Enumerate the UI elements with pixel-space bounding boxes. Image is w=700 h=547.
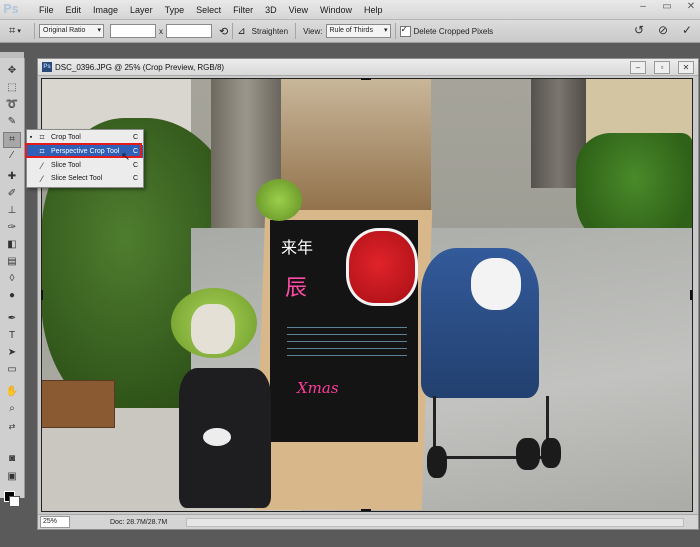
flyout-item-slice-select-tool[interactable]: ⁄ Slice Select Tool C [27,172,143,185]
straighten-button[interactable]: Straighten [252,27,288,36]
delete-cropped-label: Delete Cropped Pixels [413,26,494,36]
maximize-icon[interactable]: ▭ [662,2,672,12]
menu-view[interactable]: View [283,5,314,15]
pen-tool-icon[interactable]: ✒ [5,312,19,326]
menu-file[interactable]: File [33,5,60,15]
perspective-crop-icon: ⌗ [39,146,45,156]
window-controls: – ▭ ✕ [638,2,696,12]
flyout-item-label: Slice Select Tool [51,175,103,182]
horizontal-scrollbar[interactable] [186,518,684,527]
reset-icon[interactable]: ↺ [632,23,646,37]
cancel-icon[interactable]: ⊘ [656,23,670,37]
move-tool-icon[interactable]: ✥ [5,64,19,78]
dodge-tool-icon[interactable]: ● [5,289,19,303]
menu-3d[interactable]: 3D [259,5,283,15]
flyout-item-shortcut: C [133,162,139,169]
crop-icon: ⌗ [9,24,16,37]
document-window-controls: – ▫ ✕ [630,61,694,74]
flyout-item-shortcut: C [133,148,139,155]
eyedropper-tool-icon[interactable]: ⁄ [5,149,19,163]
history-brush-tool-icon[interactable]: ✑ [5,221,19,235]
menu-select[interactable]: Select [190,5,227,15]
marquee-tool-icon[interactable]: ⬚ [5,81,19,95]
ratio-select[interactable]: Original Ratio [39,24,104,38]
tools-panel: ✥ ⬚ ➰ ✎ ⌗ ⁄ ✚ ✐ ⊥ ✑ ◧ ▤ ◊ ● ✒ T ➤ ▭ ✋ ⌕ … [0,52,25,507]
chevron-down-icon: ▾ [17,28,21,35]
doc-minimize-icon[interactable]: – [630,61,646,74]
ratio-x-label: x [159,26,163,36]
close-icon[interactable]: ✕ [686,2,696,12]
commit-check-icon[interactable]: ✓ [680,23,694,37]
mouse-pointer-icon: ↖ [121,151,131,163]
minimize-icon[interactable]: – [638,2,648,12]
crop-handle[interactable] [361,78,371,80]
divider [34,23,35,39]
lasso-tool-icon[interactable]: ➰ [5,98,19,112]
ratio-width-input[interactable] [110,24,156,38]
divider [295,23,297,39]
menu-edit[interactable]: Edit [60,5,88,15]
crop-commit-controls: ↺ ⊘ ✓ [632,23,694,37]
menu-bar: Ps File Edit Image Layer Type Select Fil… [0,0,700,20]
view-overlay-select[interactable]: Rule of Thirds [325,24,391,38]
path-selection-tool-icon[interactable]: ➤ [5,346,19,360]
document-tab[interactable]: Ps DSC_0396.JPG @ 25% (Crop Preview, RGB… [38,59,698,76]
background-color-swatch[interactable] [9,496,20,507]
tool-preset-picker[interactable]: ⌗ ▾ [0,22,30,40]
crop-handle[interactable] [41,290,43,300]
quick-mask-icon[interactable]: ◙ [5,452,19,466]
straighten-icon[interactable]: ⊿ [237,26,245,37]
flyout-item-label: Crop Tool [51,134,81,141]
brush-tool-icon[interactable]: ✐ [5,187,19,201]
eraser-tool-icon[interactable]: ◧ [5,238,19,252]
zoom-tool-icon[interactable]: ⌕ [5,402,19,416]
menu-filter[interactable]: Filter [227,5,259,15]
doc-restore-icon[interactable]: ▫ [654,61,670,74]
crop-handle[interactable] [361,509,371,511]
document-size: Doc: 28.7M/28.7M [110,518,168,526]
current-tool-dot-icon: ▪ [29,134,33,141]
gradient-tool-icon[interactable]: ▤ [5,255,19,269]
clone-stamp-tool-icon[interactable]: ⊥ [5,204,19,218]
slice-select-icon: ⁄ [41,173,43,184]
rectangle-tool-icon[interactable]: ▭ [5,363,19,377]
flyout-item-shortcut: C [133,134,139,141]
swap-colors-icon[interactable]: ⇄ [5,420,19,434]
status-bar: 25% Doc: 28.7M/28.7M ▸ [38,514,698,529]
divider [232,23,234,39]
slice-icon: ⁄ [41,160,43,171]
crop-tool-icon[interactable]: ⌗ [3,132,21,148]
crop-icon: ⌗ [39,132,45,142]
menu-type[interactable]: Type [159,5,191,15]
blur-tool-icon[interactable]: ◊ [5,272,19,286]
menu-image[interactable]: Image [87,5,124,15]
divider [394,23,396,39]
quick-select-tool-icon[interactable]: ✎ [5,115,19,129]
zoom-level-field[interactable]: 25% [40,516,70,528]
flyout-item-shortcut: C [133,175,139,182]
screen-mode-icon[interactable]: ▣ [5,470,19,484]
crop-handle[interactable] [690,290,692,300]
doc-close-icon[interactable]: ✕ [678,61,694,74]
hand-tool-icon[interactable]: ✋ [5,385,19,399]
ps-file-icon: Ps [42,62,52,72]
flyout-item-label: Slice Tool [51,162,81,169]
view-label: View: [303,26,323,36]
rotate-icon[interactable]: ⟲ [219,25,228,38]
menu-window[interactable]: Window [314,5,358,15]
photoshop-logo: Ps [3,2,19,16]
menu-help[interactable]: Help [358,5,389,15]
healing-brush-tool-icon[interactable]: ✚ [5,170,19,184]
options-bar: ⌗ ▾ Original Ratio x ⟲ ⊿ Straighten View… [0,20,700,43]
delete-cropped-checkbox[interactable] [399,24,411,37]
type-tool-icon[interactable]: T [5,329,19,343]
panel-grip[interactable] [0,52,24,58]
ratio-height-input[interactable] [166,24,212,38]
flyout-item-crop-tool[interactable]: ▪ ⌗ Crop Tool C [27,131,143,144]
document-title: DSC_0396.JPG @ 25% (Crop Preview, RGB/8) [55,62,225,72]
menu-layer[interactable]: Layer [124,5,159,15]
